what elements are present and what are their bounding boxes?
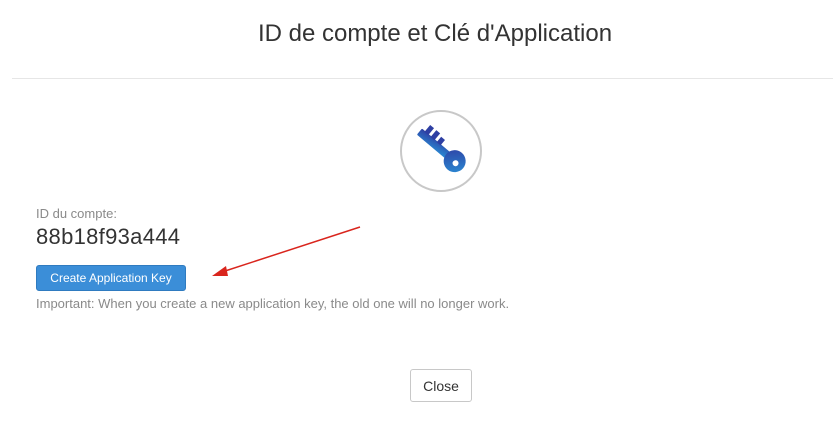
app-key-modal: ID de compte et Clé d'Application ID du …	[0, 0, 833, 430]
annotation-arrow	[212, 226, 361, 276]
important-note: Important: When you create a new applica…	[36, 296, 510, 311]
modal-title: ID de compte et Clé d'Application	[257, 20, 613, 47]
create-application-key-button[interactable]: Create Application Key	[36, 265, 186, 291]
key-icon-badge	[400, 110, 482, 192]
close-button[interactable]: Close	[410, 369, 472, 402]
account-id-label: ID du compte:	[36, 206, 117, 221]
header-divider	[12, 78, 833, 79]
key-icon	[417, 124, 466, 173]
account-id-value: 88b18f93a444	[36, 224, 181, 249]
